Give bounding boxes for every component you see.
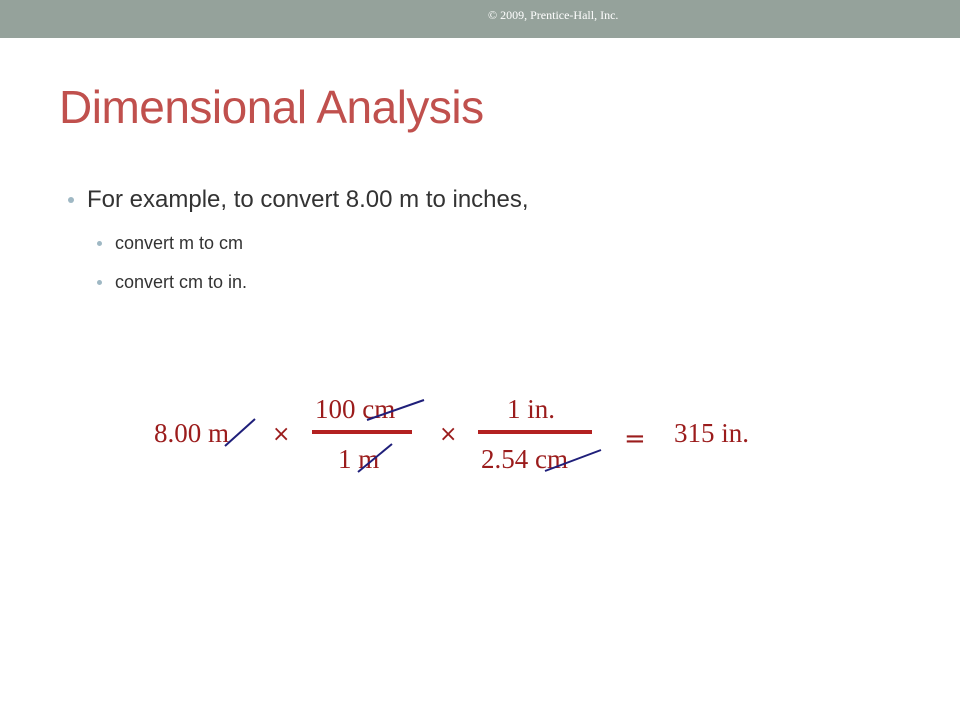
strike-cm-numerator bbox=[366, 399, 425, 421]
unit-cancel-strikes bbox=[224, 399, 602, 473]
strike-m-start bbox=[224, 418, 256, 447]
strike-m-denominator bbox=[357, 443, 393, 473]
strike-cm-denominator bbox=[544, 449, 602, 472]
